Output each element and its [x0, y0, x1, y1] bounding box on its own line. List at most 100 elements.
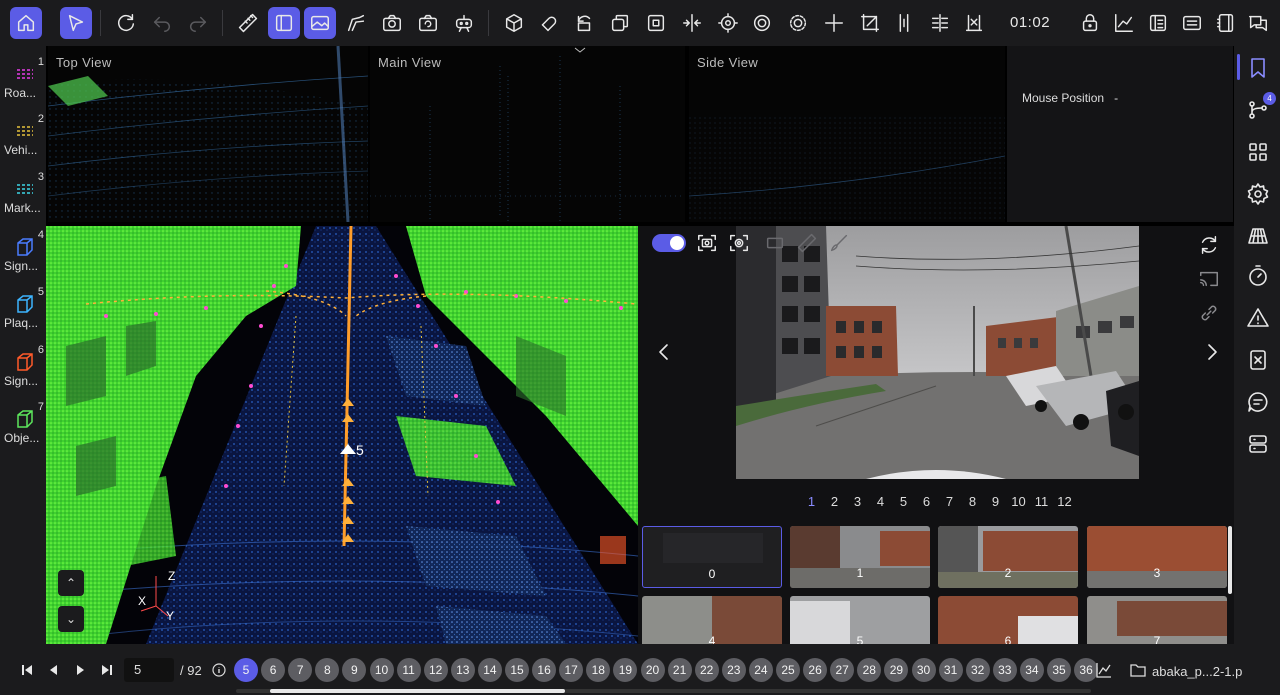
class-item-5[interactable]: 5 Plaq... [0, 286, 46, 338]
frame-chip[interactable]: 17 [559, 658, 584, 682]
circle-gear-icon[interactable] [782, 7, 814, 39]
timer-icon[interactable] [1246, 264, 1270, 288]
next-image-icon[interactable] [1203, 342, 1221, 362]
frame-chip[interactable]: 26 [803, 658, 828, 682]
class-item-6[interactable]: 6 Sign... [0, 344, 46, 396]
page-link[interactable]: 8 [961, 494, 984, 509]
frame-chip[interactable]: 20 [640, 658, 665, 682]
frame-chip[interactable]: 13 [450, 658, 475, 682]
camera-icon[interactable] [376, 7, 408, 39]
crop-icon[interactable] [854, 7, 886, 39]
frame-chip[interactable]: 33 [992, 658, 1017, 682]
frame-chip[interactable]: 32 [965, 658, 990, 682]
frame-chip[interactable]: 23 [721, 658, 746, 682]
panel-layout-icon[interactable] [268, 7, 300, 39]
page-link[interactable]: 4 [869, 494, 892, 509]
class-item-7[interactable]: 7 Obje... [0, 401, 46, 453]
bookmark-icon[interactable] [1246, 56, 1270, 80]
camera-focus-icon[interactable] [696, 232, 718, 254]
undo-icon[interactable] [146, 7, 178, 39]
page-link[interactable]: 7 [938, 494, 961, 509]
page-link[interactable]: 5 [892, 494, 915, 509]
timeline-scrollbar[interactable] [270, 689, 565, 693]
top-view-panel[interactable]: Top View [48, 46, 368, 222]
compress-icon[interactable] [676, 7, 708, 39]
page-link[interactable]: 12 [1053, 494, 1076, 509]
rectangle-icon[interactable] [764, 232, 786, 254]
frame-chip[interactable]: 6 [261, 658, 286, 682]
notebook-icon[interactable] [1210, 7, 1242, 39]
frame-chip[interactable]: 25 [776, 658, 800, 682]
subtitle-icon[interactable] [1176, 7, 1208, 39]
camera-thumbnail[interactable]: 5 [790, 596, 930, 644]
perspective-icon[interactable] [1246, 224, 1270, 248]
redo-icon[interactable] [182, 7, 214, 39]
first-frame-icon[interactable] [20, 663, 34, 677]
frame-chip[interactable]: 36 [1074, 658, 1099, 682]
info-icon[interactable] [212, 663, 226, 677]
crosshair-icon[interactable] [818, 7, 850, 39]
main-view-panel[interactable]: Main View [370, 46, 685, 222]
thumbnail-scrollbar[interactable] [1228, 526, 1232, 594]
split-vertical-icon[interactable] [888, 7, 920, 39]
circle-settings-icon[interactable] [746, 7, 778, 39]
page-link[interactable]: 9 [984, 494, 1007, 509]
camera-thumbnail[interactable]: 2 [938, 526, 1078, 588]
previous-frame-icon[interactable] [46, 663, 60, 677]
frame-chip[interactable]: 27 [830, 658, 855, 682]
frame-chip[interactable]: 10 [369, 658, 394, 682]
frame-chip[interactable]: 5 [234, 658, 258, 682]
chart-line-icon[interactable] [1096, 662, 1112, 678]
class-item-2[interactable]: 2 Vehi... [0, 113, 46, 165]
frame-chip[interactable]: 22 [694, 658, 719, 682]
frame-chip[interactable]: 34 [1019, 658, 1044, 682]
frame-chip[interactable]: 9 [342, 658, 367, 682]
rotate-icon[interactable] [568, 7, 600, 39]
frame-chip[interactable]: 14 [477, 658, 502, 682]
frame-chip[interactable]: 31 [938, 658, 963, 682]
comment-icon[interactable] [1246, 390, 1270, 414]
cast-icon[interactable] [1198, 268, 1220, 290]
page-link[interactable]: 3 [846, 494, 869, 509]
align-icon[interactable] [924, 7, 956, 39]
frame-number-input[interactable]: 5 [124, 658, 174, 682]
link-icon[interactable] [1198, 302, 1220, 324]
frame-chip[interactable]: 19 [613, 658, 638, 682]
export-icon[interactable] [958, 7, 990, 39]
camera-thumbnail[interactable]: 3 [1087, 526, 1227, 588]
next-frame-icon[interactable] [74, 663, 88, 677]
class-item-1[interactable]: 1 Roa... [0, 56, 46, 108]
select-arrow-icon[interactable] [60, 7, 92, 39]
copy-icon[interactable] [604, 7, 636, 39]
lock-icon[interactable] [1074, 7, 1106, 39]
frame-chip[interactable]: 11 [396, 658, 421, 682]
frame-chip[interactable]: 15 [505, 658, 529, 682]
close-doc-icon[interactable] [1246, 348, 1270, 372]
image-icon[interactable] [304, 7, 336, 39]
3d-pointcloud-view[interactable]: 5 ⌃ ⌄ Z X Y [46, 226, 638, 644]
frame-chip[interactable]: 30 [911, 658, 936, 682]
page-link[interactable]: 6 [915, 494, 938, 509]
database-icon[interactable] [1246, 432, 1270, 456]
camera-thumbnail[interactable]: 0 [642, 526, 782, 588]
last-frame-icon[interactable] [100, 663, 114, 677]
square-icon[interactable] [640, 7, 672, 39]
settings-icon[interactable] [1246, 182, 1270, 206]
frame-chip[interactable]: 18 [586, 658, 611, 682]
frame-chip[interactable]: 28 [857, 658, 882, 682]
side-view-panel[interactable]: Side View [689, 46, 1005, 222]
camera-scan-icon[interactable] [728, 232, 750, 254]
grid-icon[interactable] [1246, 140, 1270, 164]
page-link[interactable]: 10 [1007, 494, 1030, 509]
frame-chip[interactable]: 35 [1047, 658, 1071, 682]
ruler-small-icon[interactable] [796, 232, 818, 254]
robot-icon[interactable] [448, 7, 480, 39]
refresh-icon[interactable] [110, 7, 142, 39]
cube-3d-icon[interactable] [498, 7, 530, 39]
chat-icon[interactable] [1242, 7, 1274, 39]
camera-thumbnail[interactable]: 6 [938, 596, 1078, 644]
folder-icon[interactable] [1130, 662, 1146, 678]
path-icon[interactable] [340, 7, 372, 39]
previous-image-icon[interactable] [655, 342, 673, 362]
frame-chip[interactable]: 16 [532, 658, 557, 682]
